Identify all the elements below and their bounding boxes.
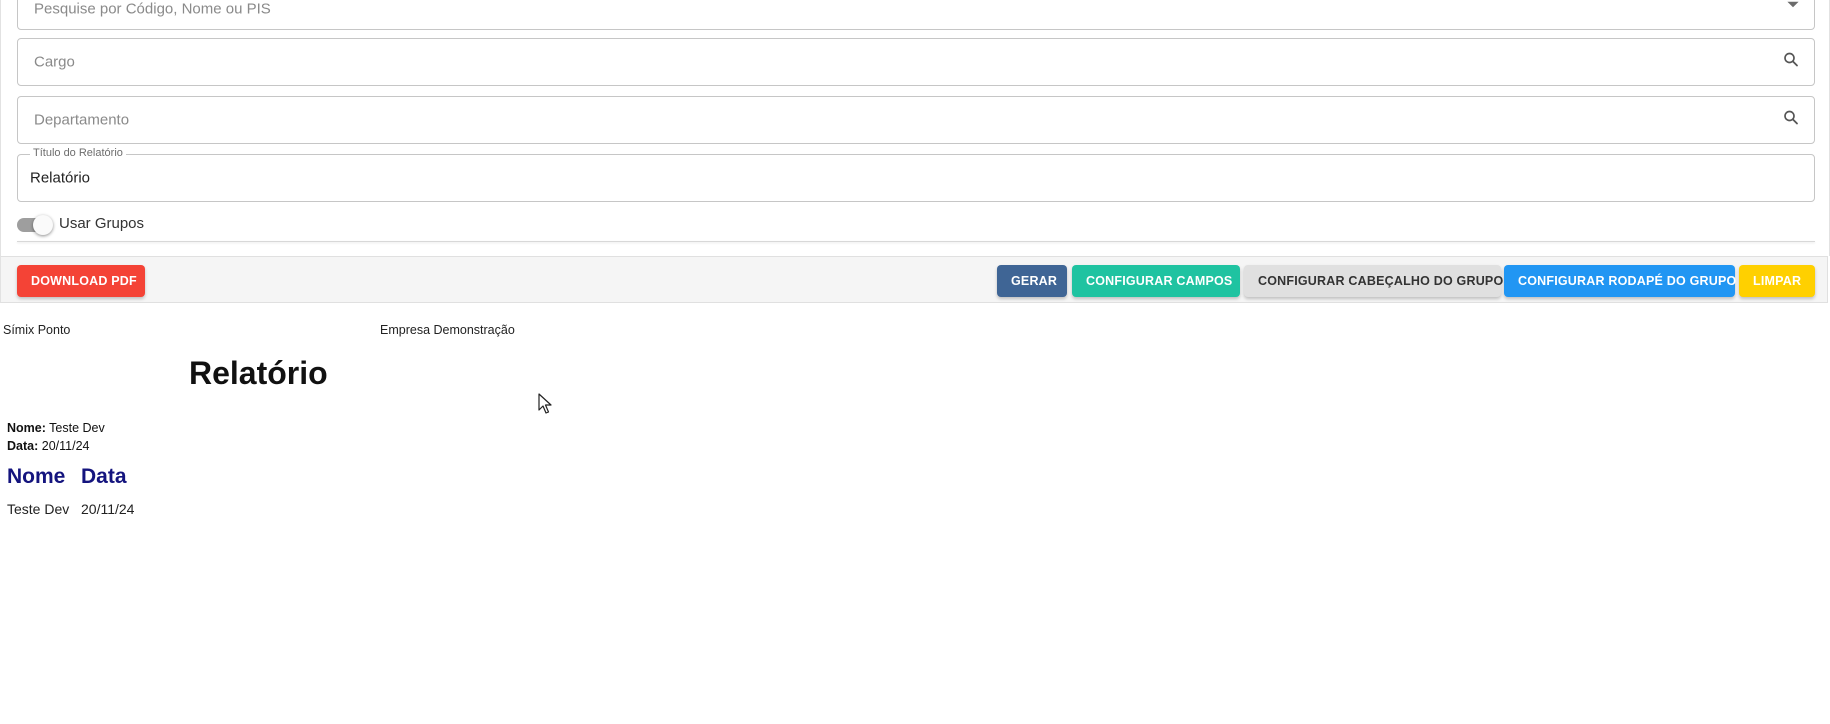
employee-search-placeholder: Pesquise por Código, Nome ou PIS xyxy=(34,0,271,18)
use-groups-toggle-thumb[interactable] xyxy=(33,215,53,235)
limpar-button[interactable]: LIMPAR xyxy=(1739,265,1815,297)
group-header-nome-value: Teste Dev xyxy=(49,421,105,435)
column-header-nome: Nome xyxy=(7,465,66,488)
download-pdf-button[interactable]: DOWNLOAD PDF xyxy=(17,265,145,297)
departamento-field[interactable]: Departamento xyxy=(17,96,1815,144)
group-header-data: Data: 20/11/24 xyxy=(7,439,89,453)
configurar-cabecalho-grupo-button[interactable]: CONFIGURAR CABEÇALHO DO GRUPO xyxy=(1244,265,1503,297)
search-icon[interactable] xyxy=(1782,51,1800,74)
cargo-placeholder: Cargo xyxy=(34,53,75,71)
group-header-data-value: 20/11/24 xyxy=(41,439,90,453)
table-cell-data: 20/11/24 xyxy=(81,501,135,517)
use-groups-toggle-row[interactable]: Usar Grupos xyxy=(17,210,1815,238)
report-preview: Símix Ponto Empresa Demonstração Relatór… xyxy=(0,303,1828,724)
table-cell-nome: Teste Dev xyxy=(7,501,70,517)
column-header-data: Data xyxy=(81,465,127,488)
report-filter-form: Pesquise por Código, Nome ou PIS Cargo D… xyxy=(0,0,1830,256)
report-company-name: Empresa Demonstração xyxy=(380,323,515,337)
employee-search-select[interactable]: Pesquise por Código, Nome ou PIS xyxy=(17,0,1815,30)
report-title-label: Título do Relatório xyxy=(30,147,126,159)
form-panel-divider xyxy=(17,241,1815,242)
mouse-cursor-icon xyxy=(538,393,552,414)
report-app-name: Símix Ponto xyxy=(3,323,71,337)
configurar-campos-button[interactable]: CONFIGURAR CAMPOS xyxy=(1072,265,1240,297)
group-header-nome-label: Nome: xyxy=(7,421,46,435)
configurar-rodape-grupo-button[interactable]: CONFIGURAR RODAPÉ DO GRUPO xyxy=(1504,265,1736,297)
report-title: Relatório xyxy=(189,355,328,391)
report-action-toolbar: DOWNLOAD PDF GERAR CONFIGURAR CAMPOS CON… xyxy=(0,256,1828,303)
group-header-nome: Nome: Teste Dev xyxy=(7,421,105,435)
gerar-button[interactable]: GERAR xyxy=(997,265,1067,297)
use-groups-label: Usar Grupos xyxy=(59,215,145,232)
cargo-field[interactable]: Cargo xyxy=(17,38,1815,86)
search-icon[interactable] xyxy=(1782,109,1800,132)
dropdown-arrow-icon[interactable] xyxy=(1786,0,1800,17)
group-header-data-label: Data: xyxy=(7,439,39,453)
report-title-value[interactable]: Relatório xyxy=(30,170,90,187)
departamento-placeholder: Departamento xyxy=(34,111,130,129)
report-title-field[interactable]: Título do Relatório Relatório xyxy=(17,147,1815,202)
